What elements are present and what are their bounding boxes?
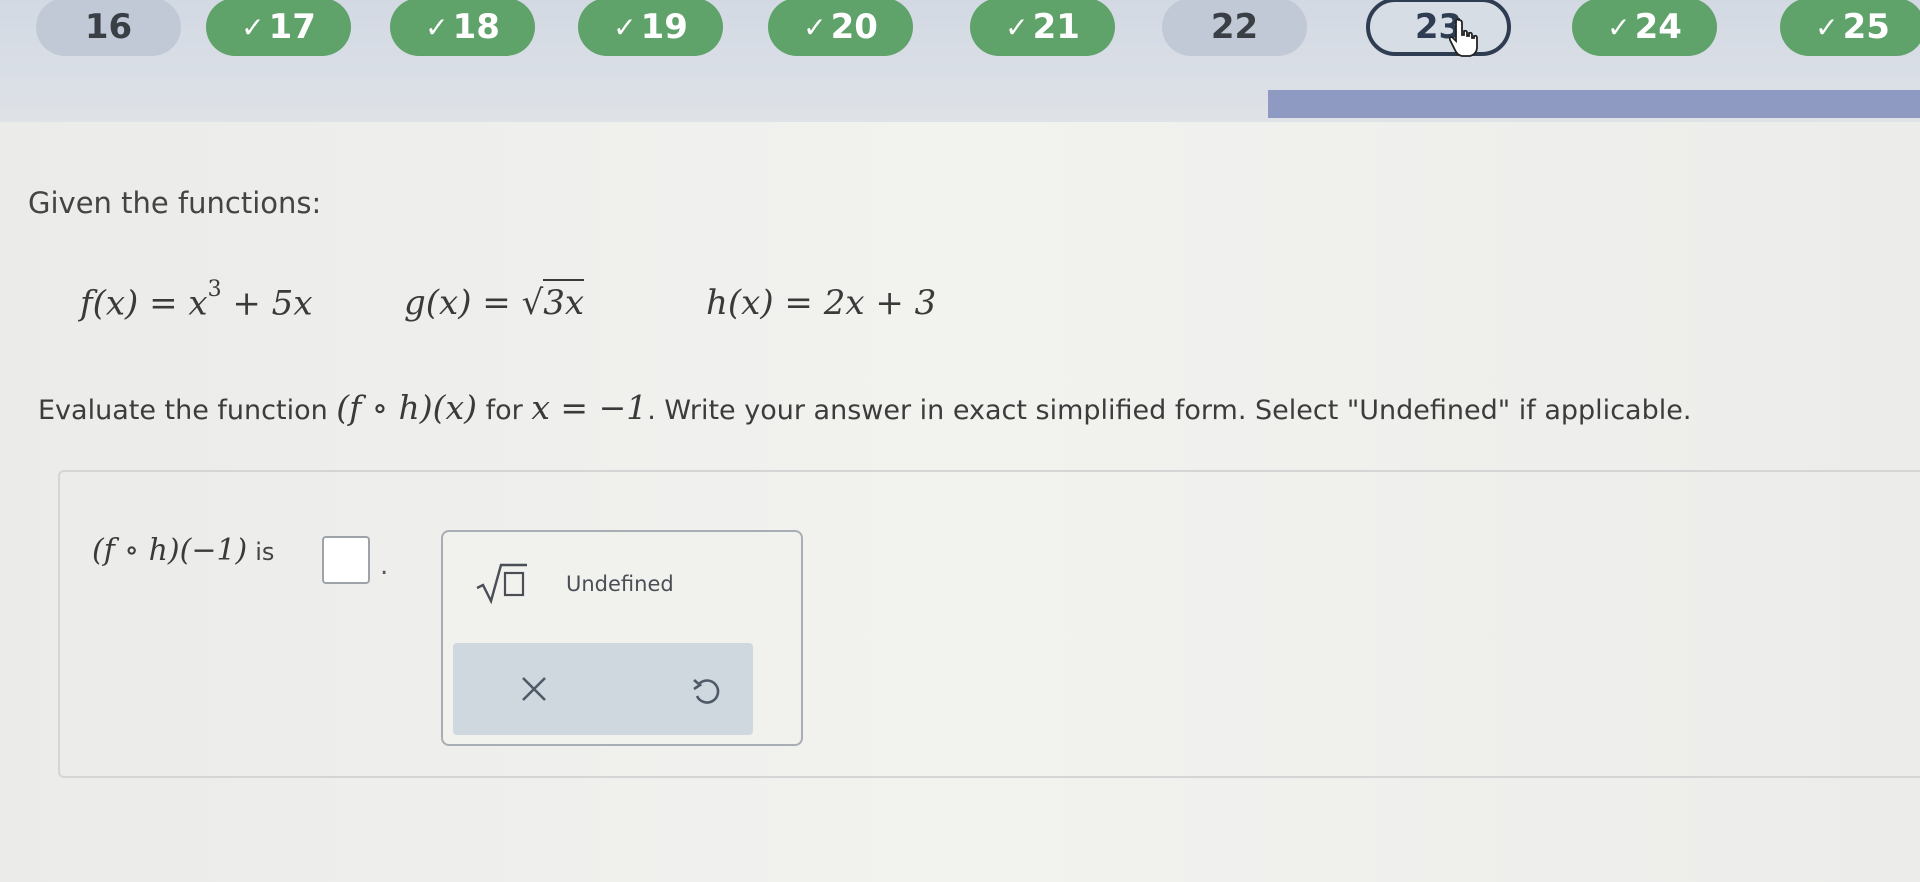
- question-navigation: 16 ✓ 17 ✓ 18 ✓ 19 ✓ 20 ✓ 21 22 23 ✓ 24 ✓ 25: [0, 0, 1920, 122]
- question-16-button[interactable]: 16: [36, 0, 181, 56]
- function-f: f(x) = x3 + 5x: [80, 277, 313, 324]
- answer-period: .: [380, 551, 389, 581]
- question-number: 16: [84, 7, 133, 47]
- clear-button[interactable]: [504, 659, 564, 719]
- question-number: 20: [830, 7, 878, 47]
- question-23-button[interactable]: 23: [1366, 0, 1511, 56]
- question-number: 21: [1032, 7, 1080, 47]
- question-18-button[interactable]: ✓ 18: [390, 0, 535, 56]
- checkmark-icon: ✓: [241, 10, 265, 44]
- answer-expression: (f ∘ h)(−1) is: [92, 533, 275, 568]
- undo-button[interactable]: [676, 662, 736, 722]
- question-20-button[interactable]: ✓ 20: [768, 0, 913, 56]
- question-24-button[interactable]: ✓ 24: [1572, 0, 1717, 56]
- checkmark-icon: ✓: [1005, 10, 1029, 44]
- checkmark-icon: ✓: [613, 10, 637, 44]
- question-number: 17: [268, 7, 316, 47]
- undo-icon: [693, 679, 720, 704]
- square-root-icon[interactable]: [475, 560, 531, 606]
- question-number: 24: [1634, 7, 1682, 47]
- close-icon: [522, 677, 546, 701]
- question-number: 22: [1210, 7, 1259, 47]
- function-g: g(x) = √3x: [404, 279, 585, 323]
- question-prompt: Evaluate the function (f ∘ h)(x) for x =…: [38, 388, 1692, 427]
- function-h: h(x) = 2x + 3: [706, 283, 937, 323]
- question-number: 19: [640, 7, 688, 47]
- question-number: 25: [1842, 7, 1890, 47]
- question-25-button[interactable]: ✓ 25: [1780, 0, 1920, 56]
- checkmark-icon: ✓: [1815, 10, 1839, 44]
- question-19-button[interactable]: ✓ 19: [578, 0, 723, 56]
- checkmark-icon: ✓: [1607, 10, 1631, 44]
- progress-bar: [1268, 90, 1920, 118]
- answer-input[interactable]: [322, 536, 370, 584]
- hand-cursor-icon: [1449, 18, 1478, 57]
- checkmark-icon: ✓: [425, 10, 449, 44]
- answer-panel: [58, 470, 1920, 778]
- undefined-button[interactable]: Undefined: [566, 572, 674, 596]
- question-22-button[interactable]: 22: [1162, 0, 1307, 56]
- question-17-button[interactable]: ✓ 17: [206, 0, 351, 56]
- question-21-button[interactable]: ✓ 21: [970, 0, 1115, 56]
- question-number: 18: [452, 7, 500, 47]
- checkmark-icon: ✓: [803, 10, 827, 44]
- intro-text: Given the functions:: [28, 186, 322, 220]
